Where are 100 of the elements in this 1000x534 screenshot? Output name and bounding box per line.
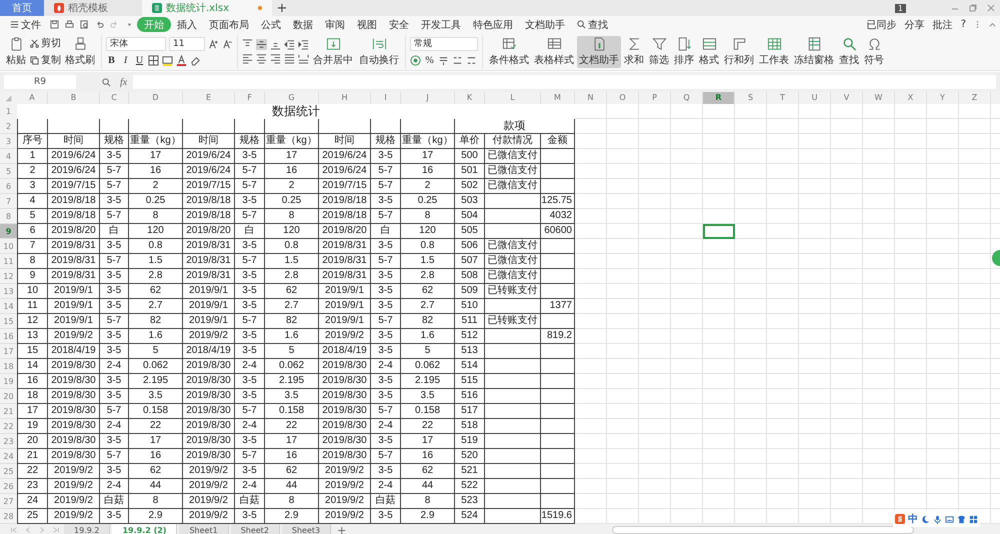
column-header[interactable]: T [767, 92, 799, 104]
fill-color-icon[interactable] [162, 54, 173, 66]
row-header[interactable]: 6 [0, 179, 17, 194]
column-header[interactable]: Z [959, 92, 991, 104]
row-header[interactable]: 9 [0, 224, 17, 239]
borders-icon[interactable] [148, 54, 159, 66]
ribbon-tool-button[interactable]: 条件格式 [487, 36, 531, 68]
thousands-icon[interactable] [438, 54, 449, 66]
ribbon-tab[interactable]: 审阅 [319, 17, 351, 32]
sheet-tab[interactable]: Sheet2 [230, 524, 280, 534]
ribbon-tool-button[interactable]: 求和 [622, 36, 646, 68]
row-header[interactable]: 18 [0, 359, 17, 374]
grid-icon[interactable] [969, 514, 978, 524]
shrink-font-icon[interactable] [222, 38, 233, 50]
toolbar-link[interactable]: 批注 [928, 17, 957, 32]
search-button[interactable]: 查找 [571, 17, 614, 32]
column-header[interactable]: O [607, 92, 639, 104]
column-header[interactable]: Y [927, 92, 959, 104]
italic-button[interactable]: I [120, 54, 131, 66]
row-header[interactable]: 25 [0, 464, 17, 479]
row-header[interactable]: 15 [0, 314, 17, 329]
input-mode-label[interactable]: 中 [908, 512, 918, 526]
column-header[interactable]: R [703, 92, 735, 104]
cut-button[interactable]: 剪切 [30, 36, 61, 50]
ribbon-tab[interactable]: 公式 [255, 17, 287, 32]
sheet-tab[interactable]: 19.9.2 [64, 524, 110, 534]
column-header[interactable]: S [735, 92, 767, 104]
sheet-tab[interactable]: 19.9.2 (2) [112, 524, 178, 534]
row-header[interactable]: 19 [0, 374, 17, 389]
row-header[interactable]: 22 [0, 419, 17, 434]
ribbon-tool-button[interactable]: 筛选 [647, 36, 671, 68]
align-middle-icon[interactable] [256, 39, 267, 50]
row-header[interactable]: 7 [0, 194, 17, 209]
row-header[interactable]: 5 [0, 164, 17, 179]
keyboard-icon[interactable] [945, 514, 954, 524]
underline-button[interactable]: U [134, 54, 145, 66]
ribbon-tab[interactable]: 文档助手 [519, 17, 571, 32]
row-header[interactable]: 16 [0, 329, 17, 344]
row-header[interactable]: 23 [0, 434, 17, 449]
new-tab-button[interactable]: + [272, 0, 292, 16]
column-header[interactable]: V [831, 92, 863, 104]
column-header[interactable]: P [639, 92, 671, 104]
font-size-dropdown[interactable]: 11 [169, 37, 205, 51]
input-method-toolbar[interactable]: 中 [893, 511, 980, 527]
row-header[interactable]: 13 [0, 284, 17, 299]
row-header[interactable]: 24 [0, 449, 17, 464]
ribbon-tool-button[interactable]: 查找 [837, 36, 861, 68]
save-icon[interactable] [50, 20, 59, 29]
row-header[interactable]: 14 [0, 299, 17, 314]
undo-icon[interactable] [95, 20, 104, 29]
row-header[interactable]: 17 [0, 344, 17, 359]
bold-button[interactable]: B [106, 54, 117, 66]
grow-font-icon[interactable] [208, 38, 219, 50]
row-header[interactable]: 11 [0, 254, 17, 269]
column-header[interactable]: W [863, 92, 895, 104]
document-tab[interactable]: 首页 [0, 0, 44, 16]
ribbon-tool-button[interactable]: 行和列 [722, 36, 756, 68]
ribbon-tab[interactable]: 插入 [171, 17, 203, 32]
help-button[interactable]: ? [956, 17, 970, 32]
format-painter-button[interactable]: 格式刷 [63, 36, 97, 68]
sheet-tab[interactable]: Sheet3 [282, 524, 332, 534]
ribbon-tab[interactable]: 数据 [287, 17, 319, 32]
align-left-icon[interactable] [242, 53, 253, 64]
number-format-dropdown[interactable]: 常规 [410, 37, 478, 51]
document-tab[interactable]: 数据统计.xlsx [142, 0, 272, 16]
row-header[interactable]: 2 [0, 119, 17, 134]
font-color-icon[interactable] [176, 54, 187, 66]
file-menu[interactable]: 文件 [4, 17, 47, 32]
ribbon-tab[interactable]: 视图 [351, 17, 383, 32]
ribbon-tool-button[interactable]: 排序 [672, 36, 696, 68]
font-dropdown[interactable]: 宋体 [106, 37, 166, 51]
row-header[interactable]: 26 [0, 479, 17, 494]
document-tab[interactable]: 稻壳模板 [44, 0, 142, 16]
percent-button[interactable]: % [424, 54, 435, 66]
row-header[interactable]: 1 [0, 104, 17, 120]
justify-icon[interactable] [284, 53, 295, 64]
row-header[interactable]: 21 [0, 404, 17, 419]
ribbon-tab[interactable]: 页面布局 [203, 17, 255, 32]
zoom-icon[interactable] [102, 78, 111, 86]
collapse-icon[interactable] [988, 20, 997, 29]
column-header[interactable]: N [575, 92, 607, 104]
ribbon-tool-button[interactable]: 表格样式 [532, 36, 576, 68]
floating-assistant-icon[interactable] [992, 250, 1000, 266]
print-icon[interactable] [65, 20, 74, 29]
ribbon-tool-button[interactable]: 冻结窗格 [792, 36, 836, 68]
account-badge[interactable]: 1 [894, 4, 906, 12]
sheet-tab[interactable]: Sheet1 [179, 524, 229, 534]
align-center-icon[interactable] [256, 53, 267, 64]
distribute-icon[interactable] [298, 53, 309, 64]
row-header[interactable]: 4 [0, 149, 17, 164]
copy-button[interactable]: 复制 [30, 53, 61, 67]
align-right-icon[interactable] [270, 53, 281, 64]
add-sheet-button[interactable]: + [333, 524, 350, 534]
increase-decimal-icon[interactable] [452, 54, 463, 66]
horizontal-scrollbar[interactable] [612, 526, 914, 534]
shirt-icon[interactable] [957, 514, 966, 524]
decrease-decimal-icon[interactable] [466, 54, 477, 66]
ribbon-tab[interactable]: 安全 [383, 17, 415, 32]
merge-center-button[interactable]: 合并居中 [311, 36, 355, 68]
decrease-indent-icon[interactable] [284, 39, 295, 50]
